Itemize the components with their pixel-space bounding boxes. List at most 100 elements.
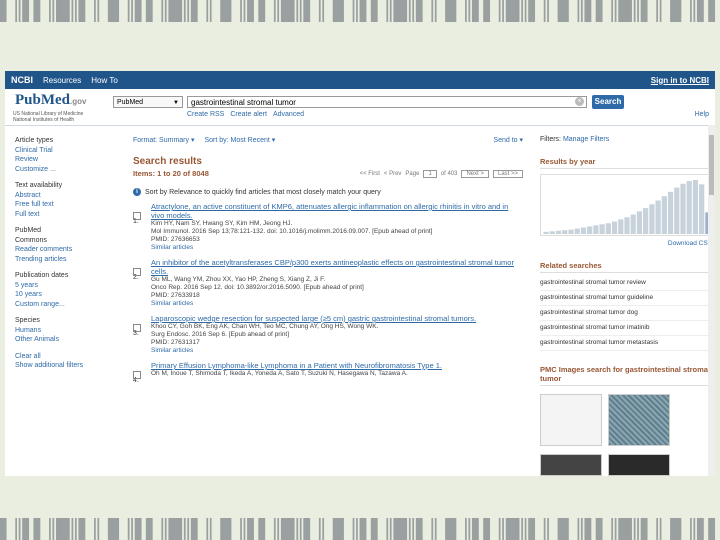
- related-search-item[interactable]: gastrointestinal stromal tumor review: [540, 276, 712, 291]
- year-bar[interactable]: [692, 180, 699, 234]
- filter-link[interactable]: Custom range...: [15, 300, 120, 310]
- filter-link[interactable]: Customize ...: [15, 165, 120, 175]
- pubmed-logo[interactable]: PubMed.gov: [15, 92, 86, 109]
- filter-link[interactable]: Clinical Trial: [15, 146, 120, 156]
- year-bar[interactable]: [593, 225, 599, 234]
- manage-filters-link[interactable]: Manage Filters: [563, 136, 609, 143]
- create-rss-link[interactable]: Create RSS: [187, 111, 224, 118]
- result-pmid: PMID: 27633918: [151, 292, 200, 299]
- format-dropdown[interactable]: Format: Summary ▾: [133, 136, 194, 144]
- first-page-button[interactable]: << First: [360, 171, 380, 177]
- related-search-item[interactable]: gastrointestinal stromal tumor dog: [540, 306, 712, 321]
- results-by-year-chart[interactable]: [540, 174, 714, 236]
- year-bar[interactable]: [624, 217, 630, 234]
- sendto-dropdown[interactable]: Send to ▾: [493, 136, 523, 144]
- result-item: 1. Atractylone, an active constituent of…: [133, 202, 523, 252]
- pmc-image-thumbnail[interactable]: [608, 394, 670, 446]
- year-bar[interactable]: [568, 229, 574, 234]
- related-search-item[interactable]: gastrointestinal stromal tumor imatinib: [540, 321, 712, 336]
- year-bar[interactable]: [649, 204, 655, 234]
- year-bar[interactable]: [611, 221, 618, 234]
- ncbi-logo[interactable]: NCBI: [11, 75, 33, 85]
- year-bar[interactable]: [555, 230, 562, 234]
- year-bar[interactable]: [661, 196, 667, 234]
- pmc-image-thumbnail[interactable]: [608, 454, 670, 476]
- format-bar: Format: Summary ▾ Sort by: Most Recent ▾…: [133, 136, 523, 144]
- next-page-button[interactable]: Next >: [461, 169, 489, 178]
- help-link[interactable]: Help: [695, 111, 709, 118]
- result-checkbox[interactable]: [133, 212, 141, 220]
- year-bar[interactable]: [580, 227, 587, 234]
- year-bar[interactable]: [587, 226, 593, 234]
- similar-articles-link[interactable]: Similar articles: [151, 300, 523, 308]
- pmc-images-grid: [540, 454, 712, 476]
- prev-page-button[interactable]: < Prev: [384, 171, 402, 177]
- year-bar[interactable]: [667, 191, 674, 234]
- similar-articles-link[interactable]: Similar articles: [151, 244, 523, 252]
- items-count: Items: 1 to 20 of 8048: [133, 169, 209, 178]
- last-page-button[interactable]: Last >>: [492, 169, 523, 178]
- related-search-item[interactable]: gastrointestinal stromal tumor metastasi…: [540, 336, 712, 351]
- year-bar[interactable]: [549, 231, 555, 234]
- resources-menu[interactable]: Resources: [43, 76, 81, 85]
- year-bar[interactable]: [599, 224, 605, 234]
- similar-articles-link[interactable]: Similar articles: [151, 347, 523, 355]
- year-bar[interactable]: [655, 200, 661, 234]
- page-number-input[interactable]: 1: [423, 169, 437, 178]
- results-by-year-heading[interactable]: Results by year: [540, 157, 712, 169]
- filter-link[interactable]: Reader comments: [15, 245, 120, 255]
- year-bar[interactable]: [630, 214, 636, 234]
- pmc-images-heading[interactable]: PMC Images search for gastrointestinal s…: [540, 365, 712, 386]
- clear-icon[interactable]: ×: [575, 97, 584, 106]
- search-input[interactable]: gastrointestinal stromal tumor: [187, 96, 587, 108]
- download-csv-link[interactable]: Download CSV: [540, 240, 712, 247]
- year-bar[interactable]: [574, 228, 580, 234]
- filter-link[interactable]: 5 years: [15, 281, 120, 291]
- year-bar[interactable]: [686, 181, 692, 234]
- filter-link[interactable]: Full text: [15, 210, 120, 220]
- result-checkbox[interactable]: [133, 324, 141, 332]
- pmc-image-thumbnail[interactable]: [540, 454, 602, 476]
- pmc-image-thumbnail[interactable]: [540, 394, 602, 446]
- result-title-link[interactable]: Atractylone, an active constituent of KM…: [151, 202, 523, 220]
- clear-filters-group: Clear all Show additional filters: [15, 352, 120, 371]
- year-bar[interactable]: [543, 231, 549, 234]
- filter-link[interactable]: Trending articles: [15, 255, 120, 265]
- filter-link[interactable]: Abstract: [15, 191, 120, 201]
- filter-link[interactable]: 10 years: [15, 290, 120, 300]
- year-bar[interactable]: [618, 219, 624, 234]
- decorative-barcode-bottom: ▌║▌▌║█║▌║▐▌║▌▌║█║▌║▐▌║▌▌║█║▌║▐▌║▌▌║█║▌║▐…: [0, 518, 720, 540]
- filter-link[interactable]: Review: [15, 155, 120, 165]
- scrollbar[interactable]: [708, 125, 715, 476]
- filter-link[interactable]: Free full text: [15, 200, 120, 210]
- year-bar[interactable]: [699, 184, 705, 234]
- year-bar[interactable]: [680, 183, 686, 234]
- sort-note-text[interactable]: Sort by Relevance to quickly find articl…: [145, 189, 381, 196]
- filter-link[interactable]: Humans: [15, 326, 120, 336]
- result-title-link[interactable]: Laparoscopic wedge resection for suspect…: [151, 314, 523, 323]
- result-source: Onco Rep. 2016 Sep 12. doi: 10.3892/or.2…: [151, 284, 364, 291]
- howto-menu[interactable]: How To: [91, 76, 118, 85]
- clear-all-link[interactable]: Clear all: [15, 352, 120, 362]
- scrollbar-thumb[interactable]: [709, 135, 714, 195]
- year-bar[interactable]: [674, 187, 680, 234]
- year-bar[interactable]: [636, 211, 643, 234]
- result-authors: Khoo CY, Goh BK, Eng AK, Chan WH, Teo MC…: [151, 323, 379, 330]
- filter-link[interactable]: Other Animals: [15, 335, 120, 345]
- search-header: PubMed.gov US National Library of Medici…: [5, 89, 715, 126]
- year-bar[interactable]: [643, 208, 649, 234]
- create-alert-link[interactable]: Create alert: [230, 111, 267, 118]
- advanced-link[interactable]: Advanced: [273, 111, 304, 118]
- related-search-item[interactable]: gastrointestinal stromal tumor guideline: [540, 291, 712, 306]
- result-checkbox[interactable]: [133, 268, 141, 276]
- year-bar[interactable]: [562, 230, 568, 234]
- search-button[interactable]: Search: [592, 95, 624, 109]
- show-additional-filters-link[interactable]: Show additional filters: [15, 361, 120, 371]
- database-select[interactable]: PubMed ▼: [113, 96, 183, 108]
- year-bar[interactable]: [605, 223, 611, 234]
- signin-link[interactable]: Sign in to NCBI: [651, 76, 709, 85]
- sortby-dropdown[interactable]: Sort by: Most Recent ▾: [204, 136, 275, 144]
- result-checkbox[interactable]: [133, 371, 141, 379]
- result-title-link[interactable]: An inhibitor of the acetyltransferases C…: [151, 258, 523, 276]
- result-title-link[interactable]: Primary Effusion Lymphoma-like Lymphoma …: [151, 361, 523, 370]
